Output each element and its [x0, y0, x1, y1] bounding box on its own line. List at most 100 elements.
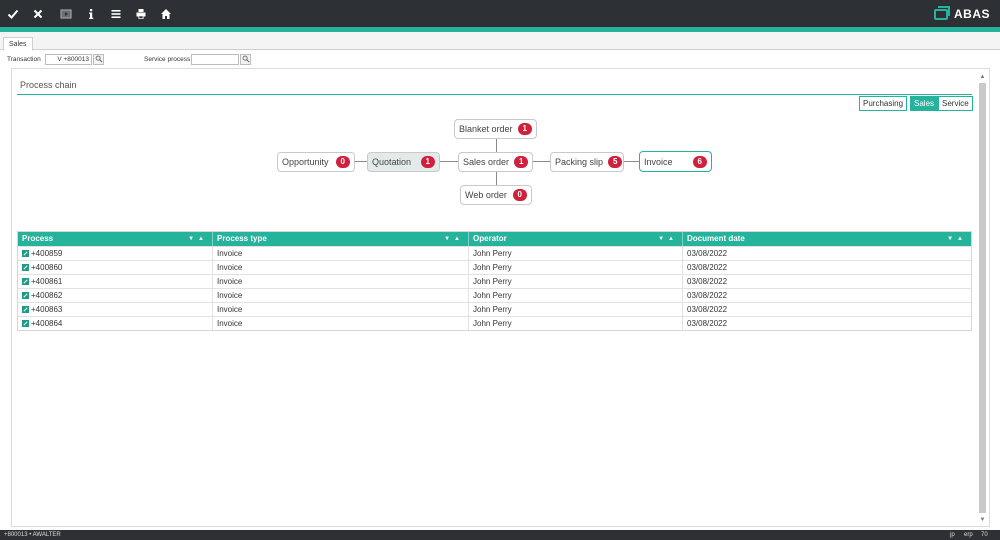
process-chain-panel: Process chain Purchasing Sales Service B…	[11, 68, 990, 527]
home-icon[interactable]	[153, 0, 179, 27]
scrollbar-thumb[interactable]	[979, 83, 986, 513]
segment-service[interactable]: Service	[938, 96, 973, 111]
screen-icon[interactable]	[53, 0, 79, 27]
node-quotation[interactable]: Quotation 1	[367, 152, 440, 172]
cell-process: +400863	[18, 303, 213, 316]
table-row[interactable]: +400862 Invoice John Perry 03/08/2022	[18, 288, 971, 302]
cell-operator: John Perry	[469, 289, 683, 302]
node-blanket-order[interactable]: Blanket order 1	[454, 119, 537, 139]
cell-operator: John Perry	[469, 261, 683, 274]
status-code: 70	[981, 532, 988, 538]
abas-logo-icon	[933, 5, 950, 20]
node-label: Web order	[465, 190, 507, 200]
confirm-icon[interactable]	[0, 0, 26, 27]
service-process-lookup-button[interactable]	[240, 54, 251, 65]
segment-purchasing[interactable]: Purchasing	[859, 96, 908, 111]
transaction-lookup-button[interactable]	[93, 54, 104, 65]
sort-icon[interactable]: ▼▲	[658, 232, 678, 246]
cell-document-date: 03/08/2022	[687, 319, 728, 328]
node-opportunity[interactable]: Opportunity 0	[277, 152, 355, 172]
cell-operator: John Perry	[469, 275, 683, 288]
count-badge: 1	[420, 156, 435, 168]
transaction-field[interactable]: V +800013	[45, 54, 92, 65]
cell-process: +400860	[18, 261, 213, 274]
sort-icon[interactable]: ▼▲	[947, 232, 967, 246]
cancel-icon[interactable]	[25, 0, 51, 27]
cell-process: +400859	[18, 247, 213, 260]
connector-line	[533, 161, 550, 162]
scroll-down-icon[interactable]: ▼	[978, 516, 987, 524]
node-web-order[interactable]: Web order 0	[460, 185, 532, 205]
process-number: +400863	[31, 305, 63, 314]
edit-icon[interactable]	[22, 264, 29, 271]
sort-icon[interactable]: ▼▲	[444, 232, 464, 246]
column-header-process[interactable]: Process ▼▲	[18, 232, 213, 246]
table-row[interactable]: +400863 Invoice John Perry 03/08/2022	[18, 302, 971, 316]
segment-sales[interactable]: Sales	[910, 96, 939, 111]
node-label: Opportunity	[282, 157, 329, 167]
table-row[interactable]: +400860 Invoice John Perry 03/08/2022	[18, 260, 971, 274]
menu-icon[interactable]	[103, 0, 129, 27]
cell-operator: John Perry	[469, 303, 683, 316]
service-process-field[interactable]	[191, 54, 239, 65]
count-badge: 0	[512, 189, 527, 201]
tab-row: Sales	[0, 32, 1000, 51]
count-badge: 1	[514, 156, 529, 168]
cell-process: +400862	[18, 289, 213, 302]
connector-line	[624, 161, 639, 162]
count-badge: 5	[608, 156, 623, 168]
logo-text: ABAS	[953, 7, 990, 21]
connector-line	[496, 138, 497, 152]
search-icon	[242, 55, 249, 63]
panel-title: Process chain	[20, 80, 77, 90]
count-badge: 6	[692, 155, 707, 168]
scroll-up-icon[interactable]: ▲	[978, 73, 987, 81]
process-number: +400864	[31, 319, 63, 328]
connector-line	[355, 161, 367, 162]
edit-icon[interactable]	[22, 278, 29, 285]
node-invoice[interactable]: Invoice 6	[639, 151, 712, 172]
connector-line	[440, 161, 458, 162]
status-user: jp	[950, 532, 955, 538]
table-row[interactable]: +400864 Invoice John Perry 03/08/2022	[18, 316, 971, 330]
process-table: Process ▼▲ Process type ▼▲ Operator ▼▲ D…	[17, 231, 972, 331]
cell-process-type: Invoice	[213, 289, 469, 302]
tab-sales[interactable]: Sales	[3, 37, 33, 51]
status-session: +800013 • AWALTER	[4, 532, 61, 538]
column-header-operator[interactable]: Operator ▼▲	[469, 232, 683, 246]
abas-logo: ABAS	[933, 5, 990, 22]
header-fields: Transaction V +800013 Service process	[0, 52, 1000, 67]
edit-icon[interactable]	[22, 320, 29, 327]
print-icon[interactable]	[128, 0, 154, 27]
edit-icon[interactable]	[22, 306, 29, 313]
edit-icon[interactable]	[22, 250, 29, 257]
table-row[interactable]: +400861 Invoice John Perry 03/08/2022	[18, 274, 971, 288]
panel-divider	[17, 94, 972, 95]
cell-document-date: 03/08/2022	[687, 277, 728, 286]
cell-document-date: 03/08/2022	[687, 291, 728, 300]
info-icon[interactable]	[78, 0, 104, 27]
cell-document-date: 03/08/2022	[687, 305, 728, 314]
column-header-document-date[interactable]: Document date ▼▲	[683, 232, 971, 246]
status-system: erp	[964, 532, 973, 538]
node-label: Packing slip	[555, 157, 604, 167]
table-row[interactable]: +400859 Invoice John Perry 03/08/2022	[18, 246, 971, 260]
vertical-scrollbar[interactable]: ▲ ▼	[978, 73, 987, 524]
process-number: +400859	[31, 249, 63, 258]
column-label: Operator	[473, 234, 507, 243]
count-badge: 1	[517, 123, 532, 135]
process-number: +400860	[31, 263, 63, 272]
node-sales-order[interactable]: Sales order 1	[458, 152, 533, 172]
count-badge: 0	[335, 156, 350, 168]
sort-icon[interactable]: ▼▲	[188, 232, 208, 246]
cell-document-date: 03/08/2022	[687, 249, 728, 258]
node-label: Quotation	[372, 157, 412, 167]
node-packing-slip[interactable]: Packing slip 5	[550, 152, 624, 172]
cell-document-date: 03/08/2022	[687, 263, 728, 272]
process-number: +400861	[31, 277, 63, 286]
column-label: Document date	[687, 234, 745, 243]
column-header-process-type[interactable]: Process type ▼▲	[213, 232, 469, 246]
cell-process: +400861	[18, 275, 213, 288]
cell-process-type: Invoice	[213, 317, 469, 330]
edit-icon[interactable]	[22, 292, 29, 299]
